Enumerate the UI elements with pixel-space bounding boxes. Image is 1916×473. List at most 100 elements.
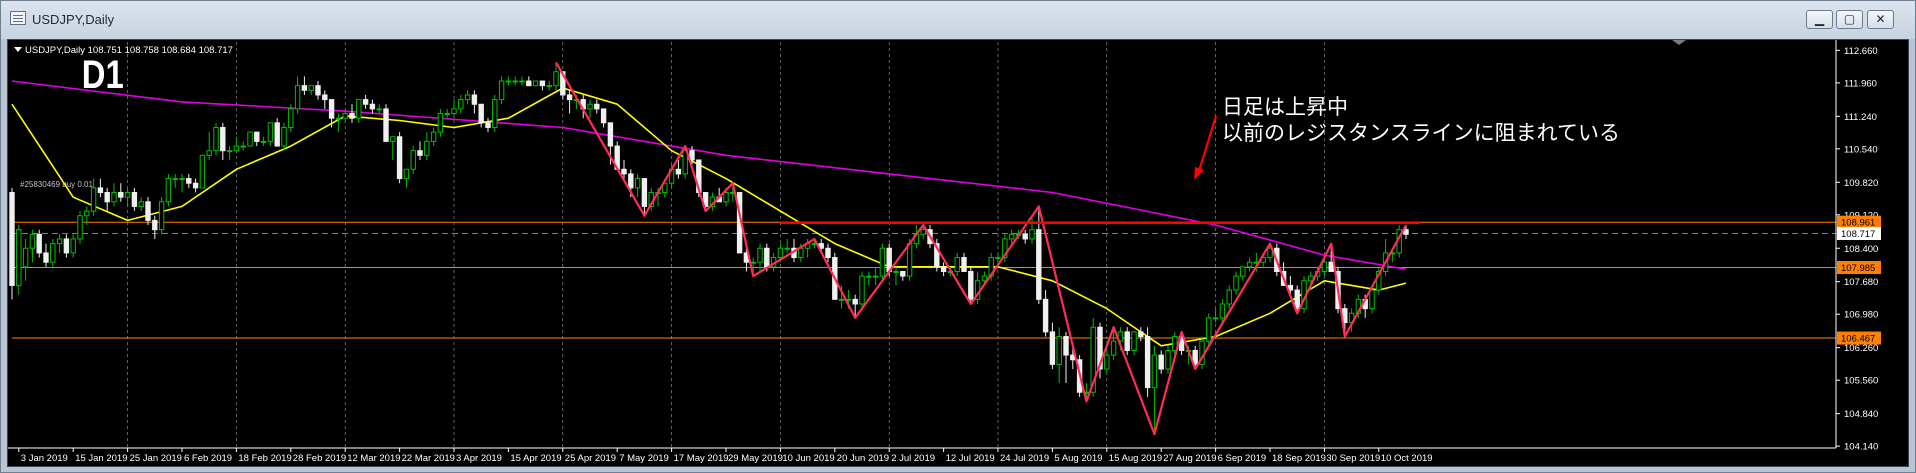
x-tick-label: 15 Aug 2019 — [1109, 453, 1162, 464]
candle-body — [36, 233, 42, 254]
candle-body — [764, 247, 770, 268]
candle-body — [274, 122, 280, 147]
candle-body — [104, 192, 110, 203]
candle-body — [600, 108, 607, 124]
y-tick-label: 104.840 — [1844, 409, 1878, 420]
y-tick-label: 105.560 — [1844, 376, 1878, 387]
candle-body — [1206, 317, 1212, 342]
candle-body — [430, 131, 437, 142]
candle-body — [1049, 331, 1056, 365]
candle-body — [838, 298, 845, 301]
price-tag-label: 107.985 — [1841, 263, 1875, 274]
timeframe-badge: D1 — [82, 52, 124, 97]
annotation-line-2: 以前のレジスタンスラインに阻まれている — [1222, 121, 1620, 145]
candle-body — [179, 178, 185, 181]
x-tick-label: 18 Feb 2019 — [238, 453, 291, 464]
maximize-button[interactable]: ▢ — [1836, 10, 1863, 29]
candle-body — [1144, 336, 1151, 389]
candle-body — [376, 108, 382, 111]
candle-body — [383, 108, 389, 142]
candle-body — [920, 229, 926, 235]
symbol-menu-icon[interactable] — [14, 47, 22, 52]
candle-body — [546, 85, 552, 88]
candle-body — [356, 99, 362, 119]
candle-body — [1226, 289, 1232, 305]
candle-body — [267, 122, 274, 142]
close-button[interactable]: ✕ — [1867, 10, 1894, 29]
window-chart-icon — [10, 11, 26, 25]
x-tick-label: 27 Aug 2019 — [1163, 453, 1216, 464]
candle-body — [519, 80, 525, 83]
candle-body — [872, 275, 879, 278]
chart-shift-icon[interactable] — [1672, 40, 1686, 45]
x-tick-label: 29 May 2019 — [728, 453, 783, 464]
annotation-arrow-shaft — [1197, 115, 1218, 172]
candle-body — [689, 150, 695, 161]
candle-body — [1056, 336, 1062, 365]
y-tick-label: 106.980 — [1844, 310, 1878, 321]
candle-body — [16, 229, 22, 286]
candle-body — [1104, 354, 1110, 370]
candle-body — [369, 103, 376, 110]
x-tick-label: 10 Jun 2019 — [782, 453, 834, 464]
candle-body — [464, 94, 471, 101]
candle-body — [410, 150, 416, 170]
chart-header-text: USDJPY,Daily 108.751 108.758 108.684 108… — [25, 45, 233, 56]
candle-body — [900, 270, 906, 277]
candle-body — [1138, 331, 1144, 338]
candle-body — [675, 168, 682, 175]
title-bar[interactable]: USDJPY,Daily ▁ ▢ ✕ — [1, 1, 1915, 39]
x-tick-label: 12 Mar 2019 — [347, 453, 400, 464]
candle-body — [512, 80, 518, 83]
candle-body — [294, 85, 301, 110]
candle-body — [1022, 233, 1028, 240]
y-tick-label: 104.140 — [1844, 442, 1878, 453]
candle-body — [777, 247, 784, 259]
x-tick-label: 18 Sep 2019 — [1272, 453, 1326, 464]
candle-body — [281, 126, 287, 147]
candle-body — [906, 243, 913, 277]
candle-body — [532, 80, 539, 87]
candle-body — [301, 85, 308, 91]
candle-body — [192, 182, 199, 189]
candle-body — [1233, 275, 1239, 291]
annotation-arrow-head — [1194, 167, 1204, 180]
price-chart[interactable]: 112.660111.960111.240110.540109.820109.1… — [7, 39, 1909, 467]
candle-body — [70, 238, 76, 254]
candle-body — [29, 233, 36, 249]
candle-body — [866, 275, 872, 278]
ma-short-line — [11, 87, 1407, 347]
candle-body — [505, 80, 512, 83]
candle-body — [485, 122, 491, 128]
moving-averages — [11, 80, 1407, 347]
candle-body — [1219, 303, 1226, 319]
candle-body — [1246, 261, 1253, 268]
candle-body — [954, 257, 960, 272]
candle-body — [172, 178, 178, 181]
chart-canvas[interactable]: 112.660111.960111.240110.540109.820109.1… — [8, 40, 1908, 466]
candle-body — [1063, 336, 1069, 356]
minimize-button[interactable]: ▁ — [1806, 10, 1833, 29]
candle-body — [723, 192, 729, 203]
candle-body — [213, 126, 219, 152]
candle-body — [566, 94, 573, 101]
candle-body — [471, 94, 478, 105]
price-tag-label: 108.717 — [1841, 229, 1875, 240]
x-tick-label: 12 Jul 2019 — [946, 453, 995, 464]
candle-body — [451, 108, 457, 115]
candle-body — [335, 117, 342, 120]
level-lines — [12, 221, 1836, 339]
x-tick-label: 5 Aug 2019 — [1054, 453, 1102, 464]
candle-body — [240, 145, 246, 148]
candle-body — [417, 150, 423, 156]
candle-body — [424, 140, 430, 156]
candle-body — [879, 247, 886, 277]
candle-body — [798, 247, 804, 259]
x-tick-label: 25 Apr 2019 — [565, 453, 616, 464]
x-tick-label: 3 Jan 2019 — [21, 453, 68, 464]
candle-body — [90, 187, 97, 212]
candle-body — [1124, 331, 1130, 351]
candle-body — [111, 192, 117, 203]
window-title: USDJPY,Daily — [32, 12, 115, 27]
candle-body — [233, 145, 240, 152]
